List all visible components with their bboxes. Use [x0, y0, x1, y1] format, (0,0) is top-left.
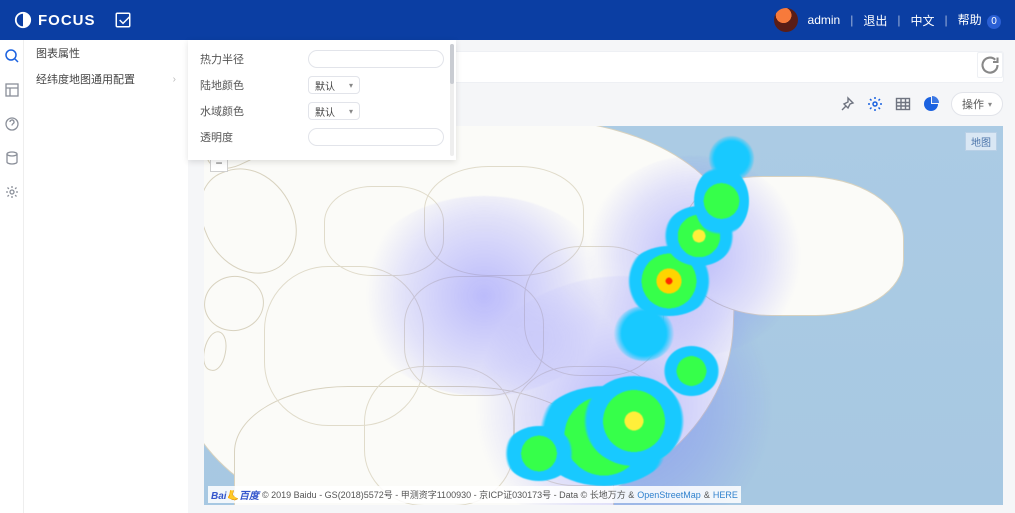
refresh-button[interactable]	[977, 52, 1003, 78]
prop-label: 透明度	[200, 129, 308, 145]
header-right: admin | 退出 | 中文 | 帮助 0	[774, 8, 1001, 32]
map-canvas[interactable]: + − 地图 Bai🦶百度 © 2019 Baidu - GS(2018)557…	[204, 126, 1003, 505]
dashboard-icon[interactable]	[4, 82, 20, 98]
brand-text: FOCUS	[38, 12, 96, 29]
data-icon[interactable]	[4, 150, 20, 166]
avatar[interactable]	[774, 8, 798, 32]
baidu-logo-icon: Bai🦶百度	[211, 487, 259, 502]
help-link[interactable]: 帮助 0	[958, 11, 1001, 29]
main-area: × 操作 ▾ 热力半径 陆地颜色 默认▾ 水域颜色	[188, 40, 1015, 513]
property-panel: 热力半径 陆地颜色 默认▾ 水域颜色 默认▾ 透明度	[188, 40, 456, 160]
sidebar-item-label: 图表属性	[36, 45, 80, 61]
osm-link[interactable]: OpenStreetMap	[637, 490, 701, 500]
search-icon[interactable]	[4, 48, 20, 64]
table-icon[interactable]	[895, 96, 911, 112]
operate-button[interactable]: 操作 ▾	[951, 92, 1003, 116]
language-link[interactable]: 中文	[911, 12, 935, 29]
prop-label: 热力半径	[200, 51, 308, 67]
land-color-select[interactable]: 默认▾	[308, 76, 360, 94]
chevron-down-icon: ▾	[349, 107, 353, 116]
prop-row-opacity: 透明度	[188, 124, 456, 150]
map-attribution: Bai🦶百度 © 2019 Baidu - GS(2018)5572号 - 甲测…	[208, 486, 741, 503]
panel-scrollbar[interactable]	[450, 44, 454, 156]
logout-link[interactable]: 退出	[863, 12, 887, 29]
prop-label: 陆地颜色	[200, 77, 308, 93]
logo-icon	[14, 11, 32, 29]
edit-icon[interactable]	[114, 11, 132, 29]
brand-logo[interactable]: FOCUS	[14, 11, 96, 29]
sidebar-item-label: 经纬度地图通用配置	[36, 71, 135, 87]
prop-label: 水域颜色	[200, 103, 308, 119]
map-layer-tag[interactable]: 地图	[965, 132, 997, 151]
sidebar: 图表属性 经纬度地图通用配置 ›	[24, 40, 188, 513]
prop-row-land-color: 陆地颜色 默认▾	[188, 72, 456, 98]
chart-actions: 操作 ▾	[839, 90, 1003, 118]
username[interactable]: admin	[808, 13, 841, 27]
help-circle-icon[interactable]	[4, 116, 20, 132]
nav-rail	[0, 40, 24, 513]
opacity-input[interactable]	[308, 128, 444, 146]
here-link[interactable]: HERE	[713, 490, 738, 500]
chevron-down-icon: ▾	[988, 100, 992, 109]
pie-chart-icon[interactable]	[923, 96, 939, 112]
app-header: FOCUS admin | 退出 | 中文 | 帮助 0	[0, 0, 1015, 40]
help-badge: 0	[987, 15, 1001, 29]
settings-icon[interactable]	[4, 184, 20, 200]
sidebar-item-chart-props[interactable]: 图表属性	[24, 40, 188, 66]
water-color-select[interactable]: 默认▾	[308, 102, 360, 120]
prop-row-water-color: 水域颜色 默认▾	[188, 98, 456, 124]
chevron-down-icon: ▾	[349, 81, 353, 90]
prop-row-heat-radius: 热力半径	[188, 46, 456, 72]
sidebar-item-map-config[interactable]: 经纬度地图通用配置 ›	[24, 66, 188, 92]
heat-radius-input[interactable]	[308, 50, 444, 68]
pin-icon[interactable]	[839, 96, 855, 112]
gear-icon[interactable]	[867, 96, 883, 112]
heatmap-layer	[204, 126, 1003, 505]
chevron-right-icon: ›	[173, 74, 176, 85]
